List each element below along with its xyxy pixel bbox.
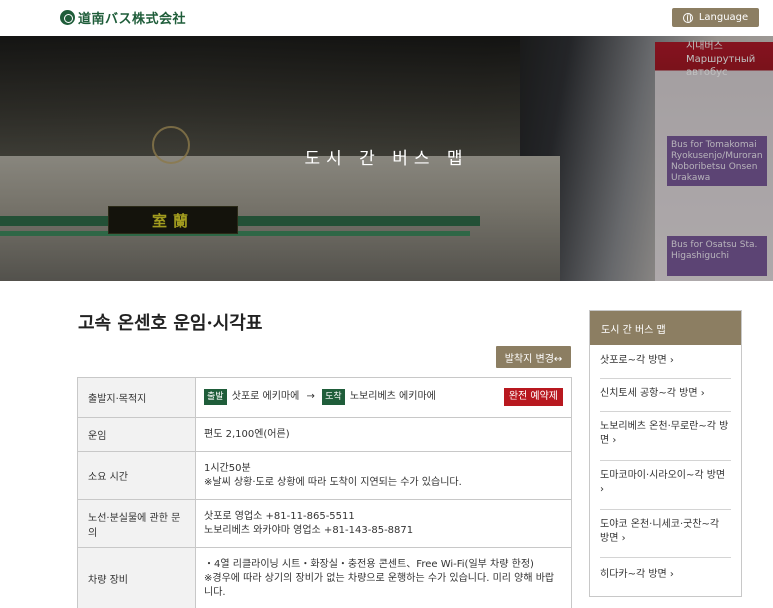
table-row: 운임 편도 2,100엔(어른) [77, 417, 572, 452]
globe-icon [682, 12, 693, 23]
reservation-badge: 완전 예약제 [503, 388, 563, 406]
site-header: 道南バス株式会社 Language [0, 0, 773, 36]
table-row: 차량 장비 ・4열 리클라이닝 시트・화장실・충전용 콘센트、Free Wi-F… [77, 547, 572, 608]
route-cell: 완전 예약제 출발 삿포로 에키마에 → 도착 노보리베츠 에키마에 [195, 377, 572, 418]
arrival-tag: 도착 [322, 389, 345, 405]
equipment-cell: ・4열 리클라이닝 시트・화장실・충전용 콘센트、Free Wi-Fi(일부 차… [195, 547, 572, 608]
page-title: 고속 온센호 운임·시각표 [78, 313, 263, 334]
hero-banner: 室蘭 시내버스 Маршрутный автобус Bus for Tomak… [0, 36, 773, 281]
duration-note: ※날씨 상황·도로 상황에 따라 도착이 지연되는 수가 있습니다. [204, 476, 462, 488]
route-info-table: 출발지·목적지 완전 예약제 출발 삿포로 에키마에 → 도착 노보리베츠 에키… [77, 377, 572, 608]
row-label: 차량 장비 [77, 547, 196, 608]
logo-mark-icon [60, 10, 75, 25]
contact-noboribetsu: 노보리베츠 와카야마 영업소 +81-143-85-8871 [204, 524, 414, 536]
sidebar-item-hidaka[interactable]: 히다카~각 방면 › [600, 558, 731, 592]
sidebar-item-tomakomai[interactable]: 도마코마이·시라오이~각 방면 › [600, 461, 731, 510]
language-button[interactable]: Language [672, 8, 759, 27]
sidebar-list: 삿포로~각 방면 › 신치토세 공항~각 방면 › 노보리베츠 온천·무로란~각… [590, 345, 741, 592]
row-label: 소요 시간 [77, 451, 196, 500]
sidebar: 도시 간 버스 맵 삿포로~각 방면 › 신치토세 공항~각 방면 › 노보리베… [589, 310, 742, 597]
language-label: Language [698, 12, 749, 23]
contact-cell: 삿포로 영업소 +81-11-865-5511 노보리베츠 와카야마 영업소 +… [195, 499, 572, 548]
row-label: 운임 [77, 417, 196, 452]
arrival-place: 노보리베츠 에키마에 [349, 391, 436, 402]
row-label: 출발지·목적지 [77, 377, 196, 418]
sidebar-item-toyako[interactable]: 도야코 온천·니세코·굿찬~각 방면 › [600, 510, 731, 558]
table-row: 노선·분실물에 관한 문의 삿포로 영업소 +81-11-865-5511 노보… [77, 499, 572, 548]
equipment-list: ・4열 리클라이닝 시트・화장실・충전용 콘센트、Free Wi-Fi(일부 차… [204, 558, 534, 570]
sidebar-item-noboribetsu[interactable]: 노보리베츠 온천·무로란~각 방면 › [600, 412, 731, 461]
row-label: 노선·분실물에 관한 문의 [77, 499, 196, 548]
table-row: 출발지·목적지 완전 예약제 출발 삿포로 에키마에 → 도착 노보리베츠 에키… [77, 377, 572, 418]
change-route-button[interactable]: 발착지 변경↔ [496, 346, 571, 368]
departure-place: 삿포로 에키마에 [231, 391, 300, 402]
duration-value: 1시간50분 [204, 462, 251, 474]
arrow-right-icon: → [306, 391, 315, 402]
table-row: 소요 시간 1시간50분 ※날씨 상황·도로 상황에 따라 도착이 지연되는 수… [77, 451, 572, 500]
contact-sapporo: 삿포로 영업소 +81-11-865-5511 [204, 510, 355, 522]
sidebar-item-new-chitose[interactable]: 신치토세 공항~각 방면 › [600, 379, 731, 412]
departure-tag: 출발 [204, 389, 227, 405]
logo-text: 道南バス株式会社 [78, 12, 187, 27]
fare-value: 편도 2,100엔(어른) [195, 417, 572, 452]
company-logo[interactable]: 道南バス株式会社 [60, 8, 186, 27]
sidebar-item-sapporo[interactable]: 삿포로~각 방면 › [600, 345, 731, 379]
equipment-note: ※경우에 따라 상기의 장비가 없는 차량으로 운행하는 수가 있습니다. 미리… [204, 572, 555, 598]
sidebar-title: 도시 간 버스 맵 [590, 311, 741, 345]
hero-title: 도시 간 버스 맵 [304, 149, 469, 169]
duration-cell: 1시간50분 ※날씨 상황·도로 상황에 따라 도착이 지연되는 수가 있습니다… [195, 451, 572, 500]
